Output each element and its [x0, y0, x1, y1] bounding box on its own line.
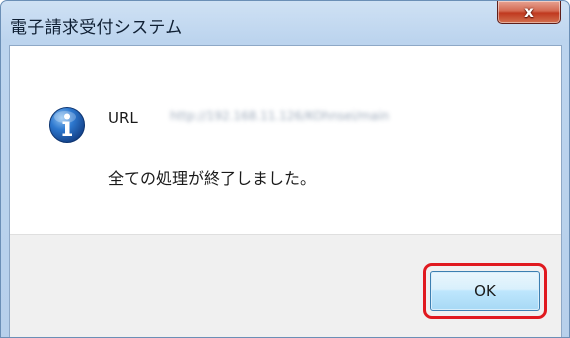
url-label: URL: [108, 109, 138, 127]
close-icon: x: [524, 2, 534, 21]
message-text: 全ての処理が終了しました。: [108, 169, 317, 188]
button-area: OK: [10, 234, 561, 337]
info-icon: [49, 107, 85, 143]
window-title: 電子請求受付システム: [10, 18, 183, 38]
dialog-client-area: URL http://192.168.11.126/KOhnsei/main 全…: [9, 45, 562, 337]
close-button[interactable]: x: [497, 1, 561, 24]
title-bar[interactable]: 電子請求受付システム x: [1, 1, 569, 45]
ok-button[interactable]: OK: [430, 271, 540, 311]
url-value: http://192.168.11.126/KOhnsei/main: [170, 109, 390, 123]
message-area: URL http://192.168.11.126/KOhnsei/main 全…: [10, 46, 561, 234]
dialog-window: 電子請求受付システム x URL http://192.168.11.126/K…: [0, 0, 570, 338]
